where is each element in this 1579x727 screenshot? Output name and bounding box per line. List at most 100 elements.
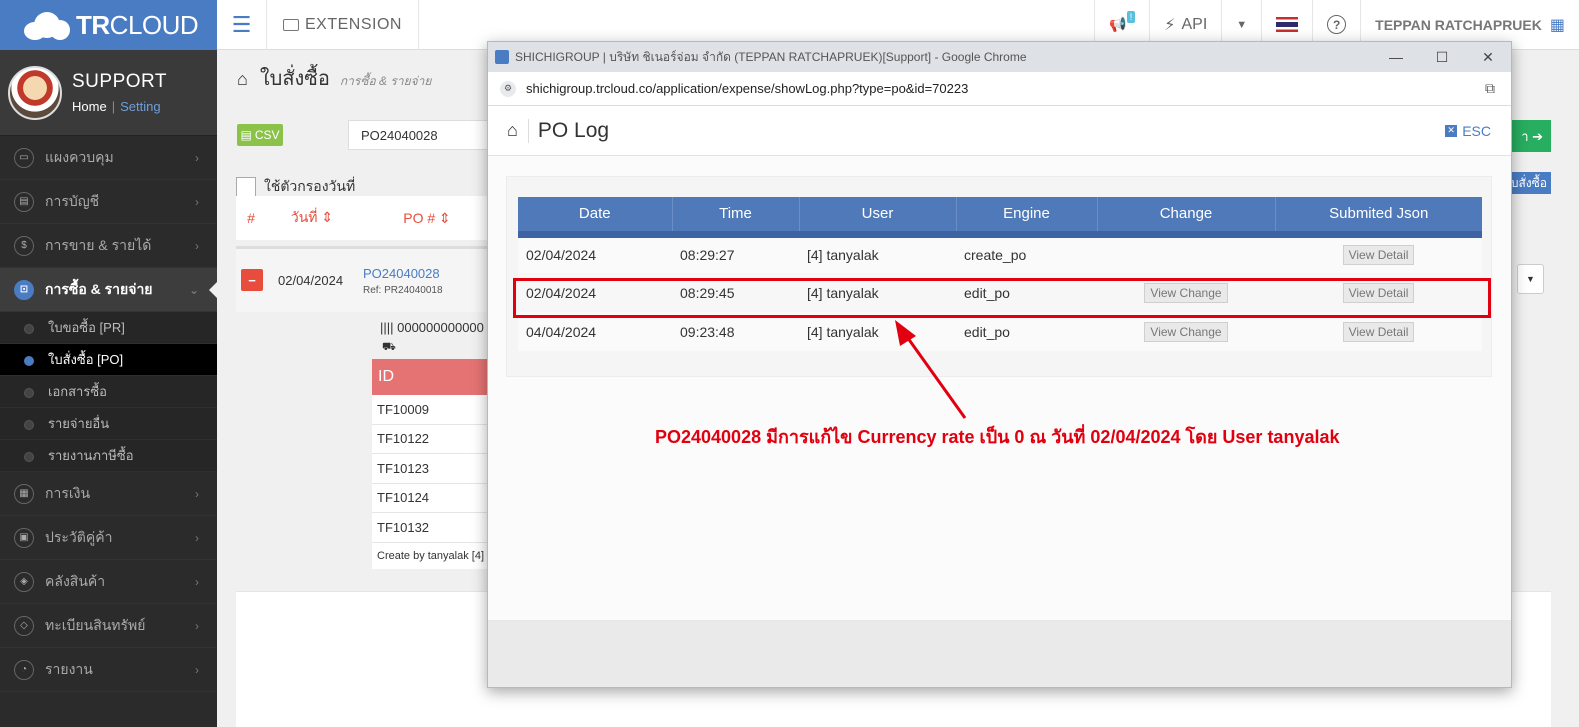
view-detail-button[interactable]: View Detail — [1342, 245, 1415, 266]
cart-icon: ⊡ — [14, 279, 34, 300]
col-date[interactable]: วันที่ ⇕ — [266, 207, 358, 229]
date-filter-checkbox[interactable] — [236, 177, 256, 197]
close-icon[interactable]: ✕ — [1465, 49, 1511, 66]
site-icon — [495, 50, 509, 64]
notification-badge: ! — [1126, 10, 1136, 23]
sidebar-item-label: การบัญชี — [45, 192, 100, 209]
col-date: Date — [518, 197, 673, 238]
address-bar[interactable]: ⚙ shichigroup.trcloud.co/application/exp… — [488, 72, 1511, 106]
url-text: shichigroup.trcloud.co/application/expen… — [526, 81, 969, 96]
home-link[interactable]: Home — [72, 99, 107, 114]
row-date: 02/04/2024 — [278, 273, 344, 288]
sidebar-nav: ▭ แผงควบคุม › ▤ การบัญชี › $ การขาย & รายได้ ›… — [0, 136, 217, 312]
menu-toggle-icon[interactable]: ☰ — [217, 0, 267, 50]
sidebar-item-label: การเงิน — [45, 484, 91, 501]
sidebar-item-partner-history[interactable]: ▣ ประวัติคู่ค้า › — [0, 516, 217, 560]
setting-link[interactable]: Setting — [120, 99, 160, 114]
sidebar: TRCLOUD SUPPORT Home | Setting ▭ แผงควบคุม ›… — [0, 0, 217, 727]
truck-icon: ⛟ — [382, 341, 396, 353]
sidebar-item-purchase[interactable]: ⊡ การซื้อ & รายจ่าย ⌄ — [0, 268, 217, 312]
sidebar-subitem-pr[interactable]: ใบขอซื้อ [PR] — [0, 312, 217, 344]
barcode-text: |||| 000000000000 — [380, 320, 484, 335]
extension-button[interactable]: EXTENSION — [267, 0, 419, 50]
contact-icon: ▣ — [14, 527, 34, 548]
sidebar-subitem-other-expense[interactable]: รายจ่ายอื่น — [0, 408, 217, 440]
esc-label: ESC — [1462, 122, 1491, 139]
new-po-button[interactable]: ใบสั่งซื้อ — [1508, 172, 1551, 194]
esc-button[interactable]: ✕ ESC — [1445, 123, 1491, 139]
row-po-link[interactable]: PO24040028 — [363, 266, 440, 281]
translate-icon[interactable]: ⧉ — [1485, 80, 1495, 97]
avatar — [8, 65, 62, 120]
search-go-button[interactable]: า ➔ — [1508, 120, 1551, 152]
chevron-right-icon: › — [195, 574, 199, 589]
list-item: TF10009 — [372, 395, 492, 425]
sidebar-item-reports[interactable]: ◔ รายงาน › — [0, 648, 217, 692]
collapse-button[interactable]: − — [241, 269, 263, 291]
sidebar-subitem-purchase-docs[interactable]: เอกสารซื้อ — [0, 376, 217, 408]
view-change-button[interactable]: View Change — [1144, 282, 1228, 303]
cell-date: 04/04/2024 — [518, 312, 672, 351]
chevron-down-icon: ⌄ — [188, 282, 199, 297]
maximize-icon[interactable]: ☐ — [1419, 49, 1465, 66]
sidebar-item-accounting[interactable]: ▤ การบัญชี › — [0, 180, 217, 224]
book-icon: ▤ — [14, 191, 34, 212]
col-hash: # — [247, 210, 255, 226]
sidebar-item-assets[interactable]: ◇ ทะเบียนสินทรัพย์ › — [0, 604, 217, 648]
page-header: ⌂ ใบสั่งซื้อ การซื้อ & รายจ่าย — [237, 62, 431, 94]
date-filter-toggle[interactable]: ใช้ตัวกรองวันที่ — [236, 176, 355, 198]
sidebar-item-label: การขาย & รายได้ — [45, 236, 152, 253]
row-actions-dropdown[interactable]: ▼ — [1517, 264, 1544, 294]
extension-label: EXTENSION — [305, 15, 402, 33]
list-item: TF10122 — [372, 424, 492, 454]
page-title: ใบสั่งซื้อ — [259, 68, 330, 90]
view-change-button[interactable]: View Change — [1144, 321, 1228, 342]
table-row: − 02/04/2024 PO24040028 Ref: PR24040018 — [236, 246, 496, 312]
sidebar-item-label: ประวัติคู่ค้า — [45, 528, 113, 545]
log-body: Date Time User Engine Change Submited Js… — [488, 156, 1511, 621]
col-po[interactable]: PO # ⇕ — [358, 210, 496, 227]
chevron-right-icon: › — [195, 150, 199, 165]
window-title-bar: SHICHIGROUP | บริษัท ชิเนอร์จ่อม จำกัด (… — [488, 42, 1511, 72]
minimize-icon[interactable]: — — [1373, 49, 1419, 66]
user-name: TEPPAN RATCHAPRUEK — [1375, 16, 1542, 33]
sidebar-item-label: การซื้อ & รายจ่าย — [45, 280, 153, 297]
sidebar-item-label: แผงควบคุม — [45, 148, 114, 165]
sidebar-item-finance[interactable]: ▦ การเงิน › — [0, 472, 217, 516]
view-detail-button[interactable]: View Detail — [1342, 321, 1415, 342]
sidebar-item-dashboard[interactable]: ▭ แผงควบคุม › — [0, 136, 217, 180]
building-icon: ▦ — [1549, 16, 1565, 34]
logo[interactable]: TRCLOUD — [0, 0, 217, 50]
sidebar-item-sales[interactable]: $ การขาย & รายได้ › — [0, 224, 217, 268]
question-icon: ? — [1327, 15, 1347, 34]
csv-label: CSV — [254, 128, 280, 142]
plug-icon: ⚡ — [1164, 16, 1176, 34]
csv-export-button[interactable]: ▤ CSV — [237, 124, 283, 146]
chevron-right-icon: › — [195, 238, 199, 253]
view-detail-button[interactable]: View Detail — [1342, 282, 1415, 303]
file-icon: ▤ — [240, 128, 252, 142]
sidebar-subitem-purchase-tax[interactable]: รายงานภาษีซื้อ — [0, 440, 217, 472]
sidebar-item-label: รายงาน — [45, 660, 93, 677]
site-info-icon[interactable]: ⚙ — [500, 80, 516, 97]
cell-user: [4] tanyalak — [799, 273, 956, 312]
sidebar-subitem-po[interactable]: ใบสั่งซื้อ [PO] — [0, 344, 217, 376]
home-icon[interactable]: ⌂ — [237, 69, 248, 90]
col-engine: Engine — [956, 197, 1098, 238]
diamond-icon: ◇ — [14, 615, 34, 636]
page-subtitle: การซื้อ & รายจ่าย — [339, 74, 432, 88]
sidebar-item-inventory[interactable]: ◈ คลังสินค้า › — [0, 560, 217, 604]
po-log-window: SHICHIGROUP | บริษัท ชิเนอร์จ่อม จำกัด (… — [487, 41, 1512, 688]
po-detail: |||| 000000000000 ⛟ ID TF10009 TF10122 T… — [372, 320, 492, 569]
purchase-subnav: ใบขอซื้อ [PR] ใบสั่งซื้อ [PO] เอกสารซื้อ… — [0, 312, 217, 472]
home-icon[interactable]: ⌂ — [507, 120, 518, 141]
po-table-header: # วันที่ ⇕ PO # ⇕ — [236, 196, 496, 240]
search-input[interactable]: PO24040028 — [348, 120, 493, 150]
link-separator: | — [111, 99, 116, 114]
chevron-right-icon: › — [195, 486, 199, 501]
log-header: ⌂ PO Log ✕ ESC — [488, 106, 1511, 156]
sidebar-item-label: คลังสินค้า — [45, 572, 106, 589]
megaphone-icon: 📢 — [1109, 16, 1127, 32]
window-title: SHICHIGROUP | บริษัท ชิเนอร์จ่อม จำกัด (… — [515, 49, 1027, 64]
table-row: 04/04/2024 09:23:48 [4] tanyalak edit_po… — [518, 312, 1482, 351]
